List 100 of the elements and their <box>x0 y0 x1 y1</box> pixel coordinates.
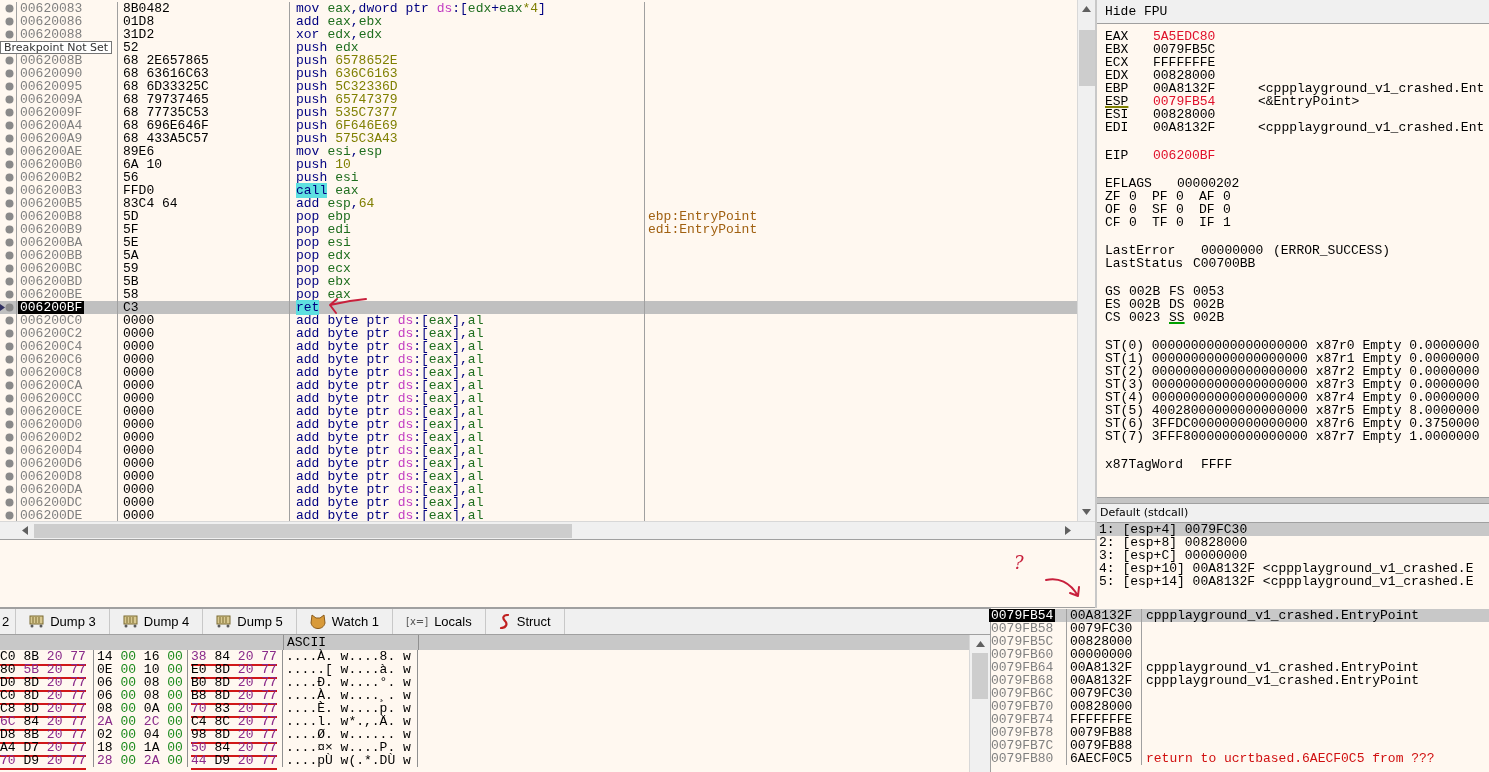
breakpoint-dot[interactable] <box>5 498 14 507</box>
breakpoint-dot[interactable] <box>5 342 14 351</box>
disassembly-row[interactable]: 00620095 68 6D33325C push 5C32336D <box>0 80 1077 93</box>
breakpoint-dot[interactable] <box>5 160 14 169</box>
tab[interactable]: [x=] Locals <box>393 609 486 634</box>
stack-row[interactable]: 0079FB6C 0079FC30 <box>991 687 1489 700</box>
breakpoint-dot[interactable] <box>5 95 14 104</box>
disassembly-row[interactable]: 006200C8 0000 add byte ptr ds:[eax],al <box>0 366 1077 379</box>
register-value[interactable]: FFFFFFFE <box>1153 56 1258 69</box>
register-value[interactable]: 002B <box>1129 298 1161 311</box>
register-value[interactable]: 002B <box>1193 298 1225 311</box>
register-value[interactable]: 002B <box>1129 285 1161 298</box>
breakpoint-dot[interactable] <box>5 251 14 260</box>
tab[interactable]: Struct <box>485 609 565 634</box>
disassembly-row[interactable]: 006200DA 0000 add byte ptr ds:[eax],al <box>0 483 1077 496</box>
breakpoint-dot[interactable] <box>5 329 14 338</box>
breakpoint-dot[interactable] <box>5 303 14 312</box>
disassembly-row[interactable]: 006200D2 0000 add byte ptr ds:[eax],al <box>0 431 1077 444</box>
flag-value[interactable]: 0 <box>1129 203 1137 216</box>
stack-row[interactable]: 0079FB80 6AECF0C5 return to ucrtbased.6AECF0C5 from ??? <box>991 752 1489 765</box>
breakpoint-dot[interactable] <box>5 446 14 455</box>
scrollbar-thumb[interactable] <box>1078 30 1095 86</box>
breakpoint-dot[interactable] <box>5 56 14 65</box>
register-value[interactable]: 0023 <box>1129 311 1161 324</box>
disassembly-row[interactable]: 006200B0 6A 10 push 10 <box>0 158 1077 171</box>
register-value[interactable]: 00000202 <box>1177 177 1240 190</box>
disassembly-row[interactable]: 0062009F 68 77735C53 push 535C7377 <box>0 106 1077 119</box>
disassembly-row[interactable]: 006200BF C3 ret <box>0 301 1077 314</box>
breakpoint-dot[interactable] <box>5 290 14 299</box>
disassembly-row[interactable]: 006200C2 0000 add byte ptr ds:[eax],al <box>0 327 1077 340</box>
argument-row[interactable]: 5: [esp+14] 00A8132F <cppplayground_v1_crashed.E <box>1097 575 1489 588</box>
breakpoint-dot[interactable] <box>5 82 14 91</box>
disassembly-row[interactable]: 006200D4 0000 add byte ptr ds:[eax],al <box>0 444 1077 457</box>
register-value[interactable]: 0079FB54 <box>1153 95 1258 108</box>
tab[interactable]: Dump 4 <box>109 609 204 634</box>
breakpoint-dot[interactable] <box>5 238 14 247</box>
disassembly-row[interactable]: 006200B8 5D pop ebp ebp:EntryPoint <box>0 210 1077 223</box>
breakpoint-dot[interactable] <box>5 316 14 325</box>
breakpoint-dot[interactable] <box>5 147 14 156</box>
disassembly-row[interactable]: 006200BD 5B pop ebx <box>0 275 1077 288</box>
breakpoint-dot[interactable] <box>5 381 14 390</box>
tab[interactable]: Dump 5 <box>203 609 297 634</box>
breakpoint-dot[interactable] <box>5 30 14 39</box>
tab[interactable]: Dump 3 <box>16 609 110 634</box>
breakpoint-dot[interactable] <box>5 199 14 208</box>
breakpoint-dot[interactable] <box>5 368 14 377</box>
stack-row[interactable]: 0079FB54 00A8132F cppplayground_v1_crashed.EntryPoint <box>991 609 1489 622</box>
calling-convention-label[interactable]: Default (stdcall) <box>1100 506 1189 519</box>
breakpoint-dot[interactable] <box>5 511 14 520</box>
tab[interactable]: Watch 1 <box>296 609 394 634</box>
stack-row[interactable]: 0079FB74 FFFFFFFE <box>991 713 1489 726</box>
breakpoint-dot[interactable] <box>5 433 14 442</box>
breakpoint-dot[interactable] <box>5 459 14 468</box>
scroll-up-icon[interactable] <box>975 641 985 647</box>
disassembly-row[interactable]: 006200BA 5E pop esi <box>0 236 1077 249</box>
breakpoint-dot[interactable] <box>5 186 14 195</box>
disassembly-row[interactable]: 006200D8 0000 add byte ptr ds:[eax],al <box>0 470 1077 483</box>
argument-row[interactable]: 1: [esp+4] 0079FC30 <box>1097 523 1489 536</box>
breakpoint-dot[interactable] <box>5 485 14 494</box>
column-header[interactable]: ASCII <box>287 635 326 650</box>
disassembly-row[interactable]: 0062009A 68 79737465 push 65747379 <box>0 93 1077 106</box>
scrollbar-thumb[interactable] <box>34 523 572 538</box>
register-value[interactable]: 00828000 <box>1153 69 1258 82</box>
flag-value[interactable]: 0 <box>1176 190 1184 203</box>
flag-value[interactable]: 0 <box>1176 203 1184 216</box>
breakpoint-dot[interactable] <box>5 355 14 364</box>
register-value[interactable]: 002B <box>1193 311 1225 324</box>
flag-value[interactable]: 0 <box>1129 216 1137 229</box>
breakpoint-dot[interactable] <box>5 420 14 429</box>
scroll-left-icon[interactable] <box>22 526 28 535</box>
register-value[interactable]: 00000000 <box>1201 244 1273 257</box>
disassembly-row[interactable]: 006200D6 0000 add byte ptr ds:[eax],al <box>0 457 1077 470</box>
breakpoint-dot[interactable] <box>5 121 14 130</box>
breakpoint-dot[interactable] <box>5 108 14 117</box>
register-value[interactable]: 006200BF <box>1153 149 1258 162</box>
register-value[interactable]: 00A8132F <box>1153 82 1258 95</box>
disassembly-row[interactable]: 006200A9 68 433A5C57 push 575C3A43 <box>0 132 1077 145</box>
disassembly-row[interactable]: 006200CA 0000 add byte ptr ds:[eax],al <box>0 379 1077 392</box>
stack-row[interactable]: 0079FB7C 0079FB88 <box>991 739 1489 752</box>
disassembly-row[interactable]: 00620086 01D8 add eax,ebx <box>0 15 1077 28</box>
scroll-right-icon[interactable] <box>1065 526 1071 535</box>
breakpoint-dot[interactable] <box>5 173 14 182</box>
flag-value[interactable]: 0 <box>1223 190 1231 203</box>
disassembly-row[interactable]: 006200B3 FFD0 call eax <box>0 184 1077 197</box>
disassembly-row[interactable]: 006200CC 0000 add byte ptr ds:[eax],al <box>0 392 1077 405</box>
register-value[interactable]: 0079FB5C <box>1153 43 1258 56</box>
register-value[interactable]: C00700BB <box>1193 257 1256 270</box>
register-value[interactable]: FFFF <box>1201 458 1233 471</box>
register-value[interactable]: 5A5EDC80 <box>1153 30 1258 43</box>
stack-row[interactable]: 0079FB5C 00828000 <box>991 635 1489 648</box>
register-value[interactable]: 00A8132F <box>1153 121 1258 134</box>
stack-row[interactable]: 0079FB58 0079FC30 <box>991 622 1489 635</box>
disassembly-row[interactable]: 006200DC 0000 add byte ptr ds:[eax],al <box>0 496 1077 509</box>
breakpoint-dot[interactable] <box>5 394 14 403</box>
tab[interactable]: 2 <box>0 609 17 634</box>
stack-row[interactable]: 0079FB60 00000000 <box>991 648 1489 661</box>
scroll-down-icon[interactable] <box>1082 509 1091 515</box>
disassembly-row[interactable]: 006200CE 0000 add byte ptr ds:[eax],al <box>0 405 1077 418</box>
breakpoint-dot[interactable] <box>5 4 14 13</box>
register-value[interactable]: 0053 <box>1193 285 1225 298</box>
